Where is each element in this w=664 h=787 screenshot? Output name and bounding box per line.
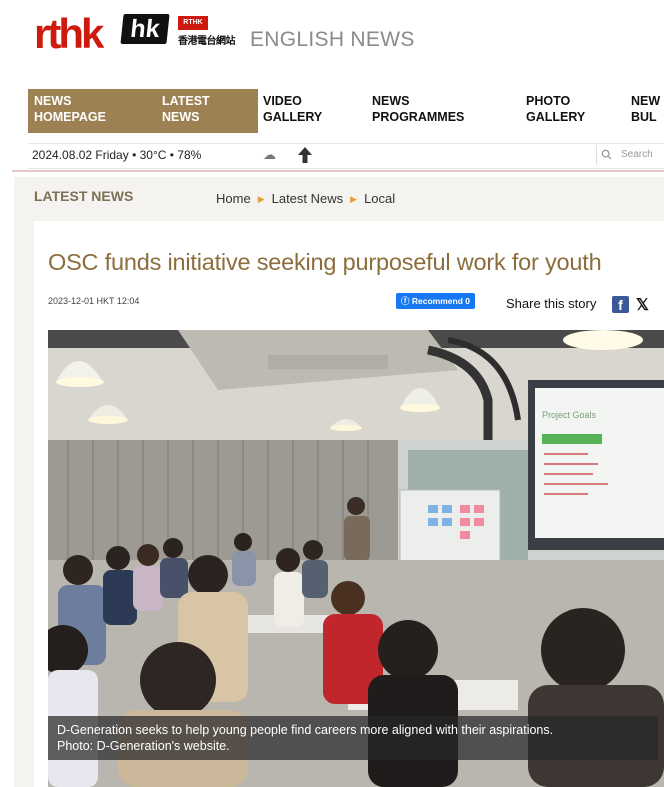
- section-title: LATEST NEWS: [34, 188, 134, 204]
- search-icon[interactable]: [601, 145, 612, 167]
- nav-news-programmes[interactable]: NEWS PROGRAMMES: [366, 89, 516, 133]
- caption-line-1: D-Generation seeks to help young people …: [57, 723, 554, 737]
- article-photo: Project Goals D-Generation seeks to help…: [48, 330, 664, 787]
- breadcrumb: Home ▶ Latest News ▶ Local: [216, 191, 395, 206]
- nav-label-line2: NEWS: [162, 110, 200, 124]
- nav-label-line1: NEWS: [34, 94, 72, 108]
- facebook-recommend-button[interactable]: ⓕ Recommend 0: [396, 293, 475, 309]
- nav-label-line1: VIDEO: [263, 94, 302, 108]
- breadcrumb-separator-icon: ▶: [350, 194, 358, 204]
- date-weather-text: 2024.08.02 Friday • 30°C • 78%: [32, 148, 202, 162]
- facebook-icon: ⓕ: [401, 296, 412, 306]
- nav-label-line2: GALLERY: [526, 110, 586, 124]
- nav-video-gallery[interactable]: VIDEO GALLERY: [257, 89, 361, 133]
- breadcrumb-local[interactable]: Local: [364, 191, 395, 206]
- article-timestamp: 2023-12-01 HKT 12:04: [48, 296, 140, 306]
- caption-line-2: Photo: D-Generation's website.: [57, 739, 230, 753]
- cloudy-sun-icon: ☁: [263, 147, 276, 162]
- info-bar: 2024.08.02 Friday • 30°C • 78% ☁ Search: [28, 143, 664, 169]
- site-header: rthk hk RTHK 香港電台網站 ENGLISH NEWS: [28, 12, 648, 62]
- nav-label-line2: HOMEPAGE: [34, 110, 106, 124]
- article-headline: OSC funds initiative seeking purposeful …: [48, 249, 602, 275]
- article-card: OSC funds initiative seeking purposeful …: [34, 221, 664, 787]
- search-placeholder: Search: [621, 149, 653, 160]
- main-nav: NEWS HOMEPAGE LATEST NEWS VIDEO GALLERY …: [28, 89, 664, 133]
- nav-label-line2: PROGRAMMES: [372, 110, 465, 124]
- search-input[interactable]: Search: [596, 145, 664, 165]
- chinese-site-name[interactable]: 香港電台網站: [178, 32, 236, 47]
- breadcrumb-latest-news[interactable]: Latest News: [272, 191, 344, 206]
- hk-logo-mark[interactable]: hk: [120, 14, 170, 44]
- english-news-label[interactable]: ENGLISH NEWS: [250, 28, 415, 52]
- up-arrow-icon: [298, 144, 312, 170]
- recommend-label: Recommend 0: [411, 296, 470, 306]
- rthk-logo[interactable]: rthk: [34, 12, 104, 56]
- article-area: OSC funds initiative seeking purposeful …: [14, 221, 664, 787]
- nav-label-line2: BUL: [631, 110, 657, 124]
- nav-latest-news[interactable]: LATEST NEWS: [156, 89, 258, 133]
- rthk-badge: RTHK: [178, 16, 208, 30]
- nav-photo-gallery[interactable]: PHOTO GALLERY: [520, 89, 610, 133]
- breadcrumb-home[interactable]: Home: [216, 191, 251, 206]
- section-bar: LATEST NEWS Home ▶ Latest News ▶ Local: [14, 177, 664, 221]
- nav-label-line1: PHOTO: [526, 94, 571, 108]
- nav-news-bulletins[interactable]: NEW BUL: [625, 89, 664, 133]
- photo-caption: D-Generation seeks to help young people …: [48, 716, 658, 760]
- x-share-icon[interactable]: 𝕏: [636, 295, 649, 315]
- nav-label-line1: LATEST: [162, 94, 210, 108]
- nav-news-homepage[interactable]: NEWS HOMEPAGE: [28, 89, 156, 133]
- share-label: Share this story: [506, 296, 597, 311]
- nav-label-line1: NEW: [631, 94, 661, 108]
- nav-label-line2: GALLERY: [263, 110, 323, 124]
- breadcrumb-separator-icon: ▶: [257, 194, 265, 204]
- slide-title: Project Goals: [542, 410, 597, 420]
- facebook-share-icon[interactable]: f: [612, 296, 629, 313]
- header-divider: [12, 170, 664, 172]
- nav-label-line1: NEWS: [372, 94, 410, 108]
